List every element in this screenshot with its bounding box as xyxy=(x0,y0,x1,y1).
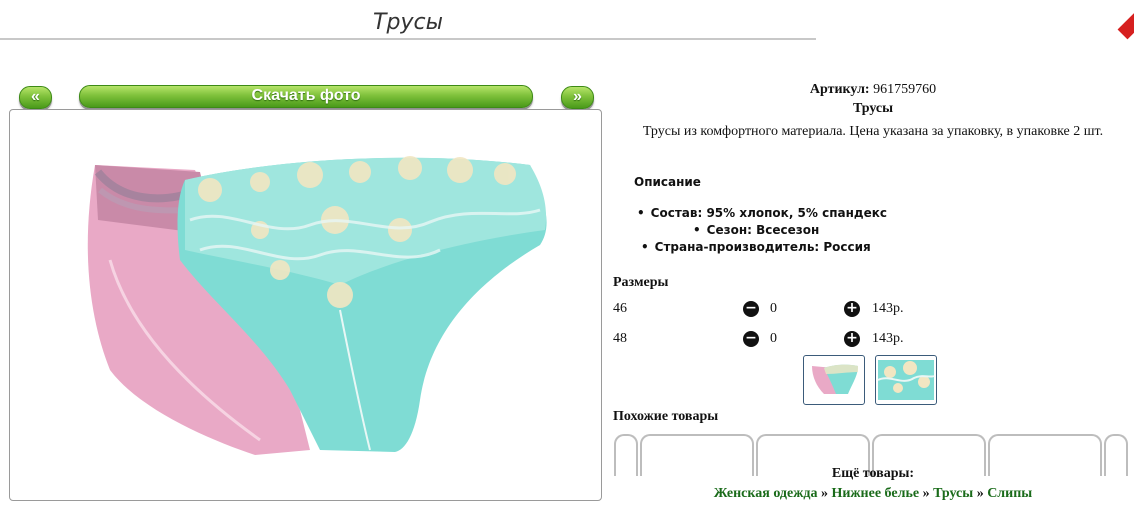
photo-thumbnail-2[interactable] xyxy=(875,355,937,405)
prev-photo-button[interactable]: « xyxy=(19,86,52,109)
plus-icon[interactable]: + xyxy=(844,331,860,347)
product-name: Трусы xyxy=(852,101,894,116)
minus-icon[interactable]: − xyxy=(743,301,759,317)
quantity-value: 0 xyxy=(770,331,777,346)
price-value: 143р. xyxy=(872,301,904,316)
product-photo xyxy=(9,109,602,501)
plus-icon[interactable]: + xyxy=(844,301,860,317)
size-value: 48 xyxy=(613,331,627,346)
next-photo-button[interactable]: » xyxy=(561,86,594,109)
breadcrumb-briefs[interactable]: Трусы xyxy=(933,486,973,501)
more-products-heading: Ещё товары: xyxy=(831,466,915,481)
attribute-season: Сезон: Всесезон xyxy=(693,223,820,237)
quantity-value: 0 xyxy=(770,301,777,316)
breadcrumb-separator: » xyxy=(976,486,984,501)
sku-label: Артикул: xyxy=(809,82,870,97)
breadcrumb-separator: » xyxy=(820,486,828,501)
sizes-heading: Размеры xyxy=(613,275,669,290)
breadcrumb-womens-clothing[interactable]: Женская одежда xyxy=(714,486,818,501)
minus-icon[interactable]: − xyxy=(743,331,759,347)
title-divider xyxy=(0,38,816,40)
size-row: 46 − 0 + 143р. xyxy=(613,301,913,321)
breadcrumb-slips[interactable]: Слипы xyxy=(987,486,1032,501)
sku-line: Артикул: 961759760 xyxy=(612,82,1134,98)
product-description: Трусы из комфортного материала. Цена ука… xyxy=(642,124,1104,139)
attribute-composition: Состав: 95% хлопок, 5% спандекс xyxy=(637,206,887,220)
sku-value: 961759760 xyxy=(873,82,937,97)
size-row: 48 − 0 + 143р. xyxy=(613,331,913,351)
category-breadcrumb: Женская одежда » Нижнее белье » Трусы » … xyxy=(612,486,1134,502)
size-value: 46 xyxy=(613,301,627,316)
page-title: Трусы xyxy=(373,10,443,35)
price-value: 143р. xyxy=(872,331,904,346)
photo-thumbnail-1[interactable] xyxy=(803,355,865,405)
similar-heading: Похожие товары xyxy=(613,409,719,424)
breadcrumb-underwear[interactable]: Нижнее белье xyxy=(831,486,919,501)
attribute-country: Страна-производитель: Россия xyxy=(641,240,871,254)
product-photo-image xyxy=(87,156,547,455)
download-photo-button[interactable]: Скачать фото xyxy=(79,85,533,108)
description-heading: Описание xyxy=(634,175,701,189)
breadcrumb-separator: » xyxy=(922,486,930,501)
corner-close-icon[interactable] xyxy=(1117,12,1134,40)
